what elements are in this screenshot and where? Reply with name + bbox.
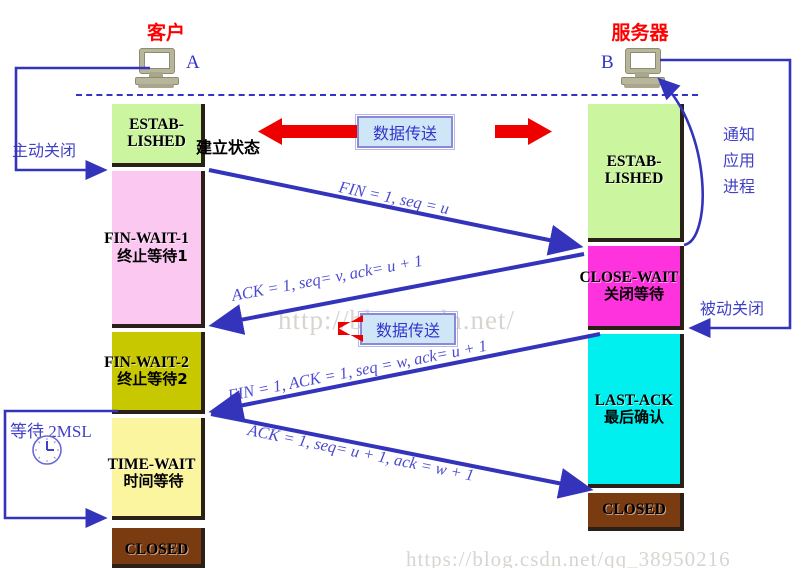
client-title: 客户 xyxy=(146,22,185,44)
data-transfer-box-bottom: 数据传送 xyxy=(358,311,458,347)
active-close-note: 主动关闭 xyxy=(12,141,77,160)
data-transfer-box-top: 数据传送 xyxy=(355,114,455,150)
arrow-fin-ack xyxy=(208,332,601,421)
message-label-ack-1: ACK = 1, seq= v, ack= u + 1 xyxy=(230,250,425,305)
server-state-last-ack-cn: 最后确认 xyxy=(603,408,664,427)
client-state-fin-wait-2: FIN-WAIT-2 终止等待2 xyxy=(104,332,205,414)
server-state-close-wait-label: CLOSE-WAIT xyxy=(579,268,679,286)
client-state-time-wait-label: TIME-WAIT xyxy=(107,455,196,473)
server-state-closed-label: CLOSED xyxy=(602,500,666,518)
client-state-fin-wait-2-label: FIN-WAIT-2 xyxy=(104,353,189,371)
passive-close-note: 被动关闭 xyxy=(700,299,765,318)
server-state-close-wait-cn: 关闭等待 xyxy=(603,285,664,304)
watermark-bottom: https://blog.csdn.net/qq_38950216 xyxy=(406,547,731,568)
server-state-close-wait: CLOSE-WAIT 关闭等待 xyxy=(579,246,684,330)
server-title: 服务器 xyxy=(611,22,669,44)
tcp-termination-diagram: http://blog.csdn.net/ https://blog.csdn.… xyxy=(0,0,805,568)
server-letter: B xyxy=(601,52,614,73)
server-state-closed: CLOSED xyxy=(588,493,684,531)
data-transfer-box-top-label: 数据传送 xyxy=(372,124,437,143)
notify-app-note-line2: 应用 xyxy=(723,151,756,170)
client-state-closed: CLOSED xyxy=(112,528,205,568)
server-state-last-ack: LAST-ACK 最后确认 xyxy=(588,334,684,488)
server-state-established-label-2: LISHED xyxy=(604,170,664,187)
message-label-ack-2: ACK = 1, seq= u + 1, ack = w + 1 xyxy=(246,420,476,485)
notify-app-note-line1: 通知 xyxy=(723,125,756,144)
notify-app-note-line3: 进程 xyxy=(723,177,756,196)
message-label-fin-1: FIN = 1, seq = u xyxy=(337,177,451,219)
wait-2msl-note: 等待 2MSL xyxy=(10,422,92,441)
client-state-fin-wait-1-cn: 终止等待1 xyxy=(117,246,188,265)
client-state-fin-wait-1-label: FIN-WAIT-1 xyxy=(104,230,189,248)
data-transfer-box-bottom-label: 数据传送 xyxy=(375,321,440,340)
client-state-time-wait-cn: 时间等待 xyxy=(123,472,184,491)
message-label-fin-ack: FIN = 1, ACK = 1, seq = w, ack= u + 1 xyxy=(226,335,489,405)
server-state-last-ack-label: LAST-ACK xyxy=(594,391,674,409)
client-dashed-divider xyxy=(76,94,326,96)
client-state-established: ESTAB- LISHED xyxy=(112,104,205,167)
client-established-cn-overlay: 建立状态 xyxy=(196,138,261,157)
client-state-established-label-2: LISHED xyxy=(127,132,186,150)
client-computer-icon xyxy=(132,48,182,90)
client-state-fin-wait-1: FIN-WAIT-1 终止等待1 xyxy=(104,171,205,328)
client-letter: A xyxy=(186,52,200,73)
client-state-time-wait: TIME-WAIT 时间等待 xyxy=(108,418,205,520)
client-state-closed-label: CLOSED xyxy=(124,540,189,558)
client-state-fin-wait-2-cn: 终止等待2 xyxy=(117,370,188,389)
server-computer-icon xyxy=(618,48,668,90)
server-state-established-label-1: ESTAB- xyxy=(606,153,662,171)
server-state-established: ESTAB- LISHED xyxy=(588,104,684,242)
server-dashed-divider xyxy=(330,94,698,96)
client-state-established-label-1: ESTAB- xyxy=(129,115,184,133)
